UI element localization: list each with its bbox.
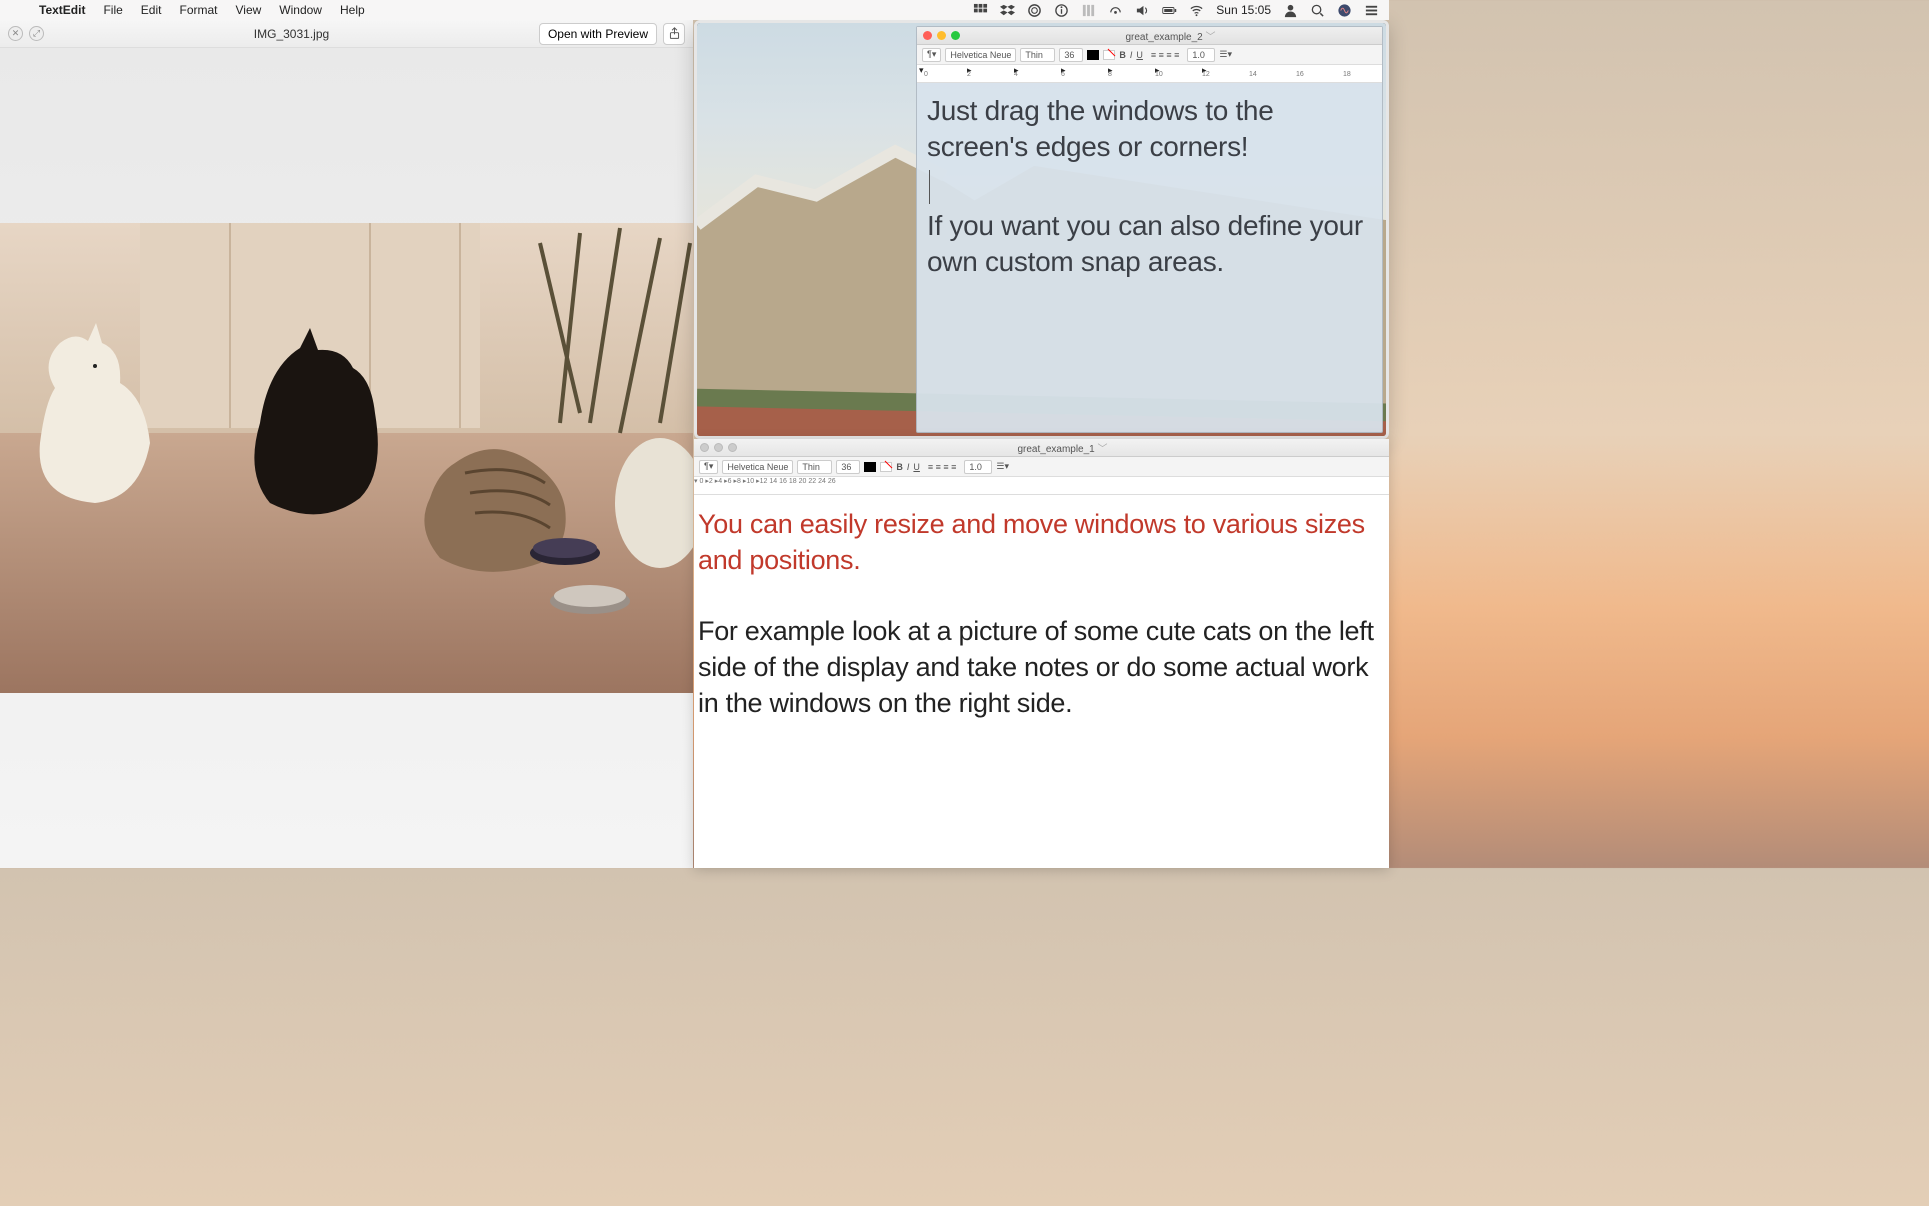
highlight-swatch[interactable] <box>880 462 892 472</box>
font-size-select[interactable]: 36 <box>1059 48 1083 62</box>
line-spacing-select[interactable]: 1.0 <box>1187 48 1215 62</box>
siri-icon[interactable] <box>1337 3 1352 18</box>
columns-icon[interactable] <box>1081 3 1096 18</box>
bold-button[interactable]: B <box>1119 50 1126 60</box>
quicklook-window: ✕ ⤢ IMG_3031.jpg Open with Preview <box>0 20 693 868</box>
text-paragraph: You can easily resize and move windows t… <box>698 507 1381 578</box>
italic-button[interactable]: I <box>907 462 910 472</box>
highlight-swatch[interactable] <box>1103 50 1115 60</box>
menu-edit[interactable]: Edit <box>132 3 171 17</box>
menu-view[interactable]: View <box>227 3 271 17</box>
align-buttons[interactable]: ≡ ≡ ≡ ≡ <box>1151 50 1180 60</box>
grid-icon[interactable] <box>973 3 988 18</box>
ruler[interactable]: ▾ 0 ▸2 ▸4 ▸6 ▸8 ▸10 ▸12 14 16 18 20 22 2… <box>694 477 1389 495</box>
zoom-traffic-light[interactable] <box>951 31 960 40</box>
textedit-window-1[interactable]: great_example_1 ﹀ ¶▾ Helvetica Neue Thin… <box>694 439 1389 868</box>
app-name[interactable]: TextEdit <box>30 3 94 17</box>
quicklook-image <box>0 223 693 693</box>
list-button[interactable]: ☰▾ <box>1219 49 1232 60</box>
font-select[interactable]: Helvetica Neue <box>945 48 1016 62</box>
text-paragraph: Just drag the windows to the screen's ed… <box>927 93 1372 166</box>
font-size-select[interactable]: 36 <box>836 460 860 474</box>
airdrop-icon[interactable] <box>1108 3 1123 18</box>
italic-button[interactable]: I <box>1130 50 1133 60</box>
user-icon[interactable] <box>1283 3 1298 18</box>
menubar-clock[interactable]: Sun 15:05 <box>1216 3 1271 17</box>
close-traffic-light[interactable] <box>923 31 932 40</box>
window-titlebar[interactable]: great_example_2 ﹀ <box>917 27 1382 45</box>
snap-preview-overlay: great_example_2 ﹀ ¶▾ Helvetica Neue Thin… <box>694 20 1389 439</box>
textedit-window-2[interactable]: great_example_2 ﹀ ¶▾ Helvetica Neue Thin… <box>916 26 1383 433</box>
minimize-traffic-light[interactable] <box>937 31 946 40</box>
line-spacing-select[interactable]: 1.0 <box>964 460 992 474</box>
quicklook-title: IMG_3031.jpg <box>50 27 533 41</box>
window-title: great_example_1 ﹀ <box>742 440 1383 455</box>
text-color-swatch[interactable] <box>864 462 876 472</box>
menu-window[interactable]: Window <box>270 3 331 17</box>
zoom-traffic-light[interactable] <box>728 443 737 452</box>
close-traffic-light[interactable] <box>700 443 709 452</box>
underline-button[interactable]: U <box>1136 50 1143 60</box>
menu-file[interactable]: File <box>94 3 131 17</box>
battery-icon[interactable] <box>1162 3 1177 18</box>
open-with-preview-button[interactable]: Open with Preview <box>539 23 657 45</box>
paragraph-style-select[interactable]: ¶▾ <box>699 460 718 474</box>
fullscreen-button[interactable]: ⤢ <box>29 26 44 41</box>
font-select[interactable]: Helvetica Neue <box>722 460 793 474</box>
text-color-swatch[interactable] <box>1087 50 1099 60</box>
document-body[interactable]: Just drag the windows to the screen's ed… <box>917 83 1382 291</box>
textedit-toolbar: ¶▾ Helvetica Neue Thin 36 B I U ≡ ≡ ≡ ≡ … <box>694 457 1389 477</box>
document-body[interactable]: You can easily resize and move windows t… <box>694 495 1389 729</box>
window-title: great_example_2 ﹀ <box>965 28 1376 43</box>
info-icon[interactable] <box>1054 3 1069 18</box>
window-titlebar[interactable]: great_example_1 ﹀ <box>694 439 1389 457</box>
bold-button[interactable]: B <box>896 462 903 472</box>
volume-icon[interactable] <box>1135 3 1150 18</box>
underline-button[interactable]: U <box>913 462 920 472</box>
dropbox-icon[interactable] <box>1000 3 1015 18</box>
text-paragraph: If you want you can also define your own… <box>927 208 1372 281</box>
close-button[interactable]: ✕ <box>8 26 23 41</box>
cc-icon[interactable] <box>1027 3 1042 18</box>
spotlight-icon[interactable] <box>1310 3 1325 18</box>
menu-format[interactable]: Format <box>170 3 226 17</box>
quicklook-titlebar: ✕ ⤢ IMG_3031.jpg Open with Preview <box>0 20 693 48</box>
menubar: TextEdit File Edit Format View Window He… <box>0 0 1389 20</box>
share-button[interactable] <box>663 23 685 45</box>
quicklook-body <box>0 48 693 868</box>
notifications-icon[interactable] <box>1364 3 1379 18</box>
text-paragraph: For example look at a picture of some cu… <box>698 614 1381 721</box>
list-button[interactable]: ☰▾ <box>996 461 1009 472</box>
ruler[interactable]: ▾ 0 ▸2 ▸4 ▸6 ▸8 ▸10 ▸12 14 16 18 <box>917 65 1382 83</box>
font-weight-select[interactable]: Thin <box>1020 48 1055 62</box>
menu-help[interactable]: Help <box>331 3 374 17</box>
font-weight-select[interactable]: Thin <box>797 460 832 474</box>
text-cursor <box>929 170 1372 204</box>
wifi-icon[interactable] <box>1189 3 1204 18</box>
align-buttons[interactable]: ≡ ≡ ≡ ≡ <box>928 462 957 472</box>
minimize-traffic-light[interactable] <box>714 443 723 452</box>
textedit-toolbar: ¶▾ Helvetica Neue Thin 36 B I U ≡ ≡ ≡ ≡ … <box>917 45 1382 65</box>
paragraph-style-select[interactable]: ¶▾ <box>922 48 941 62</box>
